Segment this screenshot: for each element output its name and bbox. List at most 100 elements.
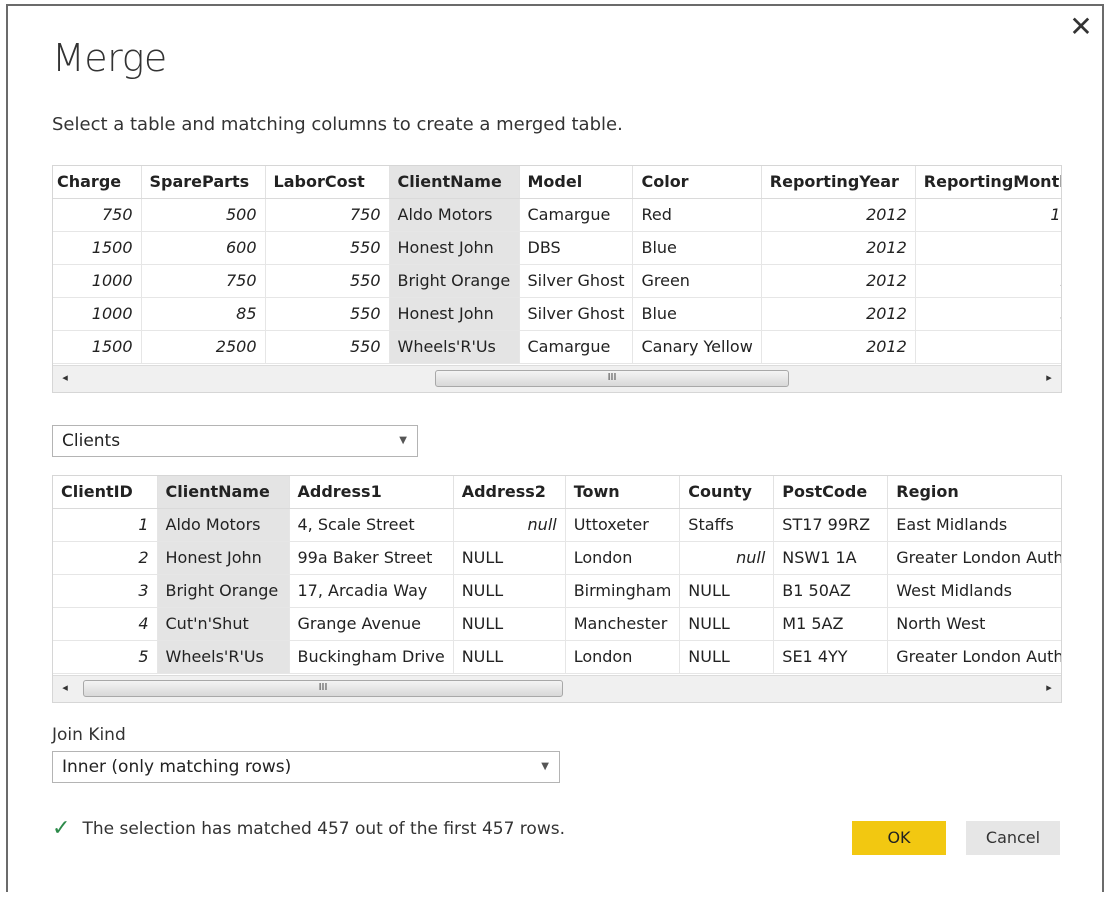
chevron-down-icon: ▼ (399, 435, 407, 446)
close-icon[interactable]: ✕ (1066, 12, 1096, 42)
table-cell: Greater London Authori (887, 541, 1061, 575)
join-kind-label: Join Kind (52, 725, 126, 745)
join-kind-select[interactable]: Inner (only matching rows) ▼ (52, 751, 560, 783)
table-cell: 5 (53, 640, 158, 674)
table-cell: Canary Yellow (632, 330, 762, 364)
column-header[interactable]: ClientID (53, 476, 158, 509)
table-cell: Uttoxeter (565, 508, 681, 542)
column-header[interactable]: ReportingYear (761, 166, 916, 199)
table-cell: 2500 (141, 330, 266, 364)
bottom-table-preview[interactable]: ClientID ClientName Address1 Address2 Town Co… (52, 475, 1062, 703)
table-cell: NSW1 1A (773, 541, 889, 575)
table-cell: 2012 (761, 297, 916, 331)
column-header[interactable]: ReportingMonth (915, 166, 1061, 199)
scroll-right-icon[interactable]: ▸ (1041, 681, 1057, 694)
match-status-text: The selection has matched 457 out of the… (82, 818, 565, 839)
table-row: 1500600550Honest JohnDBSBlue20121 (53, 231, 1061, 265)
bottom-horizontal-scrollbar[interactable]: ◂ III ▸ (53, 675, 1061, 702)
table-cell: Red (632, 198, 762, 232)
column-header[interactable]: Charge (53, 166, 142, 199)
table-row: 1500 2500 550 Wheels'R'Us Camargue Canary Yel… (53, 330, 1061, 364)
column-header[interactable]: ClientName (389, 166, 520, 199)
table-cell: East Midlands (887, 508, 1061, 542)
table-row: 1000 85 550 Honest John Silver Ghost Blue 2012… (53, 297, 1061, 331)
table-cell: 2012 (761, 198, 916, 232)
table-cell: Greater London Authori (887, 640, 1061, 674)
table-cell: 550 (265, 297, 390, 331)
bottom-table: ClientID ClientName Address1 Address2 Town Co… (53, 476, 1061, 674)
cancel-button[interactable]: Cancel (966, 821, 1060, 855)
table-cell: 85 (141, 297, 266, 331)
match-status: ✓ The selection has matched 457 out of t… (52, 816, 565, 841)
table-cell: NULL (679, 607, 775, 641)
join-kind-value: Inner (only matching rows) (62, 757, 292, 777)
column-header[interactable]: County (679, 476, 775, 509)
column-header[interactable]: Town (565, 476, 681, 509)
table-cell: null (453, 508, 566, 542)
column-header[interactable]: Color (632, 166, 762, 199)
table-cell: 1 (915, 231, 1061, 265)
table-cell: 550 (265, 264, 390, 298)
table-cell: 1500 (53, 330, 142, 364)
top-table-preview[interactable]: Charge SpareParts LaborCost ClientName Model… (52, 165, 1062, 393)
table-cell: 10 (915, 198, 1061, 232)
column-header[interactable]: SpareParts (141, 166, 266, 199)
table-cell: 750 (53, 198, 142, 232)
table-cell: Blue (632, 297, 762, 331)
table-cell: London (565, 640, 681, 674)
table-cell: Wheels'R'Us (389, 330, 520, 364)
table-cell: NULL (679, 574, 775, 608)
table-row: 3 Bright Orange 17, Arcadia Way NULL Birming… (53, 574, 1061, 608)
table-cell: NULL (679, 640, 775, 674)
table-cell: 1000 (53, 264, 142, 298)
top-scroll-thumb[interactable]: III (435, 370, 789, 387)
table-cell: Aldo Motors (157, 508, 290, 542)
table-cell: SE1 4YY (773, 640, 889, 674)
bottom-scroll-thumb[interactable]: III (83, 680, 563, 697)
table-row: 2 Honest John 99a Baker Street NULL London nu… (53, 541, 1061, 575)
table-row: 5 Wheels'R'Us Buckingham Drive NULL London NU… (53, 640, 1061, 674)
table-cell: 4 (53, 607, 158, 641)
scroll-left-icon[interactable]: ◂ (57, 371, 73, 384)
column-header[interactable]: Address1 (289, 476, 454, 509)
table-cell: 1000 (53, 297, 142, 331)
table-cell: 2 (53, 541, 158, 575)
column-header[interactable]: LaborCost (265, 166, 390, 199)
table-cell: NULL (453, 640, 566, 674)
table-cell: Bright Orange (157, 574, 290, 608)
table-row: 750500750Aldo MotorsCamargueRed201210 (53, 198, 1061, 232)
table-cell: Grange Avenue (289, 607, 454, 641)
table-cell: NULL (453, 541, 566, 575)
table-cell: Blue (632, 231, 762, 265)
table-cell: 2012 (761, 330, 916, 364)
table-cell: West Midlands (887, 574, 1061, 608)
table-cell: Honest John (389, 231, 520, 265)
table-cell: Silver Ghost (519, 297, 634, 331)
top-horizontal-scrollbar[interactable]: ◂ III ▸ (53, 365, 1061, 392)
table-cell: 99a Baker Street (289, 541, 454, 575)
table-cell: Silver Ghost (519, 264, 634, 298)
table-cell: 600 (141, 231, 266, 265)
column-header[interactable]: ClientName (157, 476, 290, 509)
column-header[interactable]: Region (887, 476, 1061, 509)
table-cell: 17, Arcadia Way (289, 574, 454, 608)
ok-button[interactable]: OK (852, 821, 946, 855)
table-cell: Honest John (157, 541, 290, 575)
table-select[interactable]: Clients ▼ (52, 425, 418, 457)
scroll-left-icon[interactable]: ◂ (57, 681, 73, 694)
table-cell: Green (632, 264, 762, 298)
table-cell: London (565, 541, 681, 575)
table-cell: NULL (453, 607, 566, 641)
table-cell: North West (887, 607, 1061, 641)
table-cell: 750 (265, 198, 390, 232)
table-cell: Cut'n'Shut (157, 607, 290, 641)
table-cell: Camargue (519, 198, 634, 232)
table-cell: Birmingham (565, 574, 681, 608)
table-cell: 500 (141, 198, 266, 232)
column-header[interactable]: Model (519, 166, 634, 199)
column-header[interactable]: Address2 (453, 476, 566, 509)
table-row: 1 Aldo Motors 4, Scale Street null Uttoxeter… (53, 508, 1061, 542)
column-header[interactable]: PostCode (773, 476, 889, 509)
table-select-value: Clients (62, 431, 121, 451)
scroll-right-icon[interactable]: ▸ (1041, 371, 1057, 384)
